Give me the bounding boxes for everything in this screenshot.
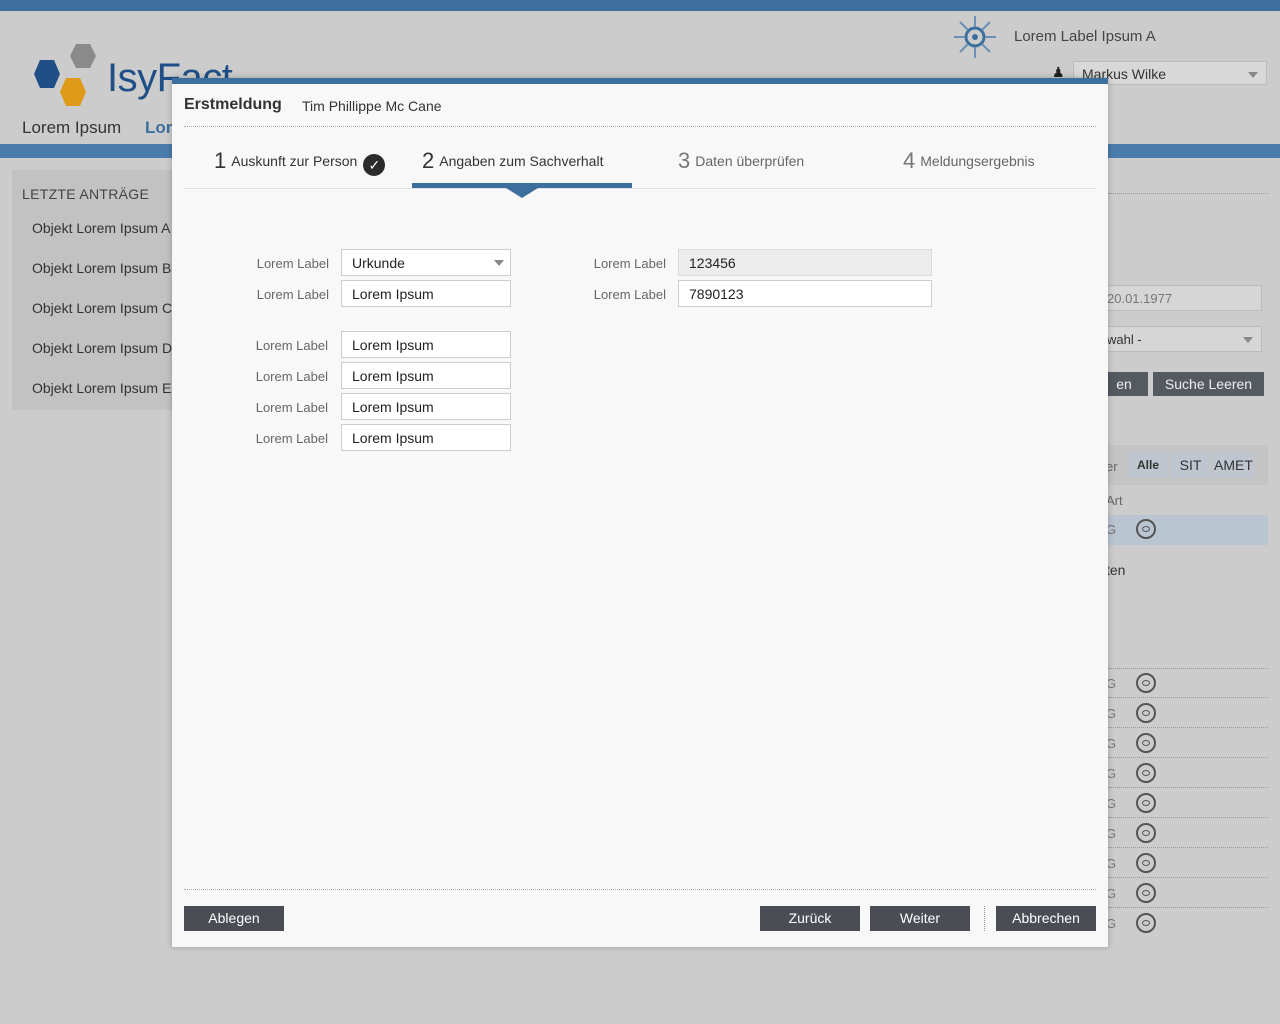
eye-icon[interactable] <box>1136 853 1156 873</box>
button-separator <box>984 906 985 931</box>
app-title: Lorem Label Ipsum A <box>1014 28 1156 45</box>
step-label: Daten überprüfen <box>695 153 805 169</box>
step-2[interactable]: 2 Angaben zum Sachverhalt <box>422 148 603 174</box>
step-1[interactable]: 1 Auskunft zur Person ✓ <box>214 148 386 176</box>
filter-all-button[interactable]: Alle <box>1128 452 1168 478</box>
eye-icon[interactable] <box>1136 673 1156 693</box>
document-type-value: Urkunde <box>352 255 405 271</box>
nav-item-active[interactable]: Lor <box>145 118 172 138</box>
step-3[interactable]: 3 Daten überprüfen <box>678 148 804 174</box>
birthdate-input[interactable]: 20.01.1977 <box>1100 285 1262 311</box>
step-number: 1 <box>214 148 227 173</box>
field-label: Lorem Label <box>256 287 329 302</box>
divider <box>1108 193 1268 194</box>
recent-request-item[interactable]: Objekt Lorem Ipsum A <box>32 220 172 236</box>
eye-icon[interactable] <box>1136 793 1156 813</box>
text-input[interactable]: Lorem Ipsum <box>341 280 511 307</box>
active-step-arrow-icon <box>506 188 538 198</box>
field-label: Lorem Label <box>256 256 329 271</box>
text-input[interactable]: Lorem Ipsum <box>341 362 511 389</box>
number-input[interactable]: 7890123 <box>678 280 932 307</box>
recent-request-item[interactable]: Objekt Lorem Ipsum C <box>32 300 172 316</box>
step-label: Meldungsergebnis <box>920 153 1035 169</box>
table-row-selected[interactable] <box>1100 515 1268 545</box>
header-divider <box>184 126 1096 127</box>
dialog-accent-bar <box>172 78 1108 84</box>
field-label: Lorem Label <box>255 400 328 415</box>
recent-request-item[interactable]: Objekt Lorem Ipsum B <box>32 260 172 276</box>
step-number: 3 <box>678 148 691 173</box>
selection-value: wahl - <box>1107 332 1142 347</box>
field-label: Lorem Label <box>593 287 666 302</box>
chevron-down-icon <box>1243 337 1253 343</box>
step-label: Angaben zum Sachverhalt <box>439 153 604 169</box>
eye-icon[interactable] <box>1136 763 1156 783</box>
column-header: Art <box>1106 493 1123 508</box>
divider <box>1108 668 1268 669</box>
text-input[interactable]: Lorem Ipsum <box>341 424 511 451</box>
step-number: 4 <box>903 148 916 173</box>
text-input[interactable]: Lorem Ipsum <box>341 393 511 420</box>
erstmeldung-dialog: Erstmeldung Tim Phillippe Mc Cane 1 Ausku… <box>172 78 1108 947</box>
text-input[interactable]: Lorem Ipsum <box>341 331 511 358</box>
eye-icon[interactable] <box>1136 883 1156 903</box>
next-button[interactable]: Weiter <box>870 906 970 931</box>
step-4[interactable]: 4 Meldungsergebnis <box>903 148 1035 174</box>
selection-select[interactable]: wahl - <box>1100 326 1262 352</box>
row-divider <box>1108 817 1268 818</box>
filter-amet-button[interactable]: AMET <box>1213 452 1254 478</box>
step-label: Auskunft zur Person <box>231 153 358 169</box>
eye-icon[interactable] <box>1136 823 1156 843</box>
row-divider <box>1108 907 1268 908</box>
step-number: 2 <box>422 148 435 173</box>
eye-icon[interactable] <box>1136 519 1156 539</box>
field-label: Lorem Label <box>255 431 328 446</box>
filter-sit-button[interactable]: SIT <box>1170 452 1211 478</box>
field-label: Lorem Label <box>255 369 328 384</box>
eye-icon[interactable] <box>1136 733 1156 753</box>
back-button[interactable]: Zurück <box>760 906 860 931</box>
eye-icon[interactable] <box>1136 913 1156 933</box>
checkmark-icon: ✓ <box>363 154 386 176</box>
steps-baseline <box>184 188 1096 189</box>
recent-requests-title: LETZTE ANTRÄGE <box>22 186 150 202</box>
app-emblem-icon <box>950 14 1000 65</box>
dialog-title: Erstmeldung <box>184 96 282 113</box>
footer-divider <box>184 889 1096 890</box>
document-type-select[interactable]: Urkunde <box>341 249 511 276</box>
cancel-button[interactable]: Abbrechen <box>996 906 1096 931</box>
chevron-down-icon <box>1248 72 1258 78</box>
field-label: Lorem Label <box>593 256 666 271</box>
row-divider <box>1108 727 1268 728</box>
row-divider <box>1108 757 1268 758</box>
clear-search-button[interactable]: Suche Leeren <box>1153 372 1264 396</box>
nav-item-lorem-ipsum[interactable]: Lorem Ipsum <box>22 118 121 138</box>
readonly-number-field: 123456 <box>678 249 932 276</box>
top-accent-bar <box>0 0 1280 11</box>
recent-request-item[interactable]: Objekt Lorem Ipsum E <box>32 380 172 396</box>
field-label: Lorem Label <box>255 338 328 353</box>
eye-icon[interactable] <box>1136 703 1156 723</box>
ablegen-button[interactable]: Ablegen <box>184 906 284 931</box>
recent-requests-panel <box>12 170 182 410</box>
chevron-down-icon <box>494 260 504 266</box>
hexagon-logo-icon <box>34 44 96 106</box>
recent-request-item[interactable]: Objekt Lorem Ipsum D <box>32 340 172 356</box>
dialog-subtitle: Tim Phillippe Mc Cane <box>302 98 442 114</box>
row-divider <box>1108 697 1268 698</box>
row-divider <box>1108 847 1268 848</box>
row-divider <box>1108 787 1268 788</box>
row-divider <box>1108 877 1268 878</box>
section-label: ten <box>1106 562 1126 578</box>
